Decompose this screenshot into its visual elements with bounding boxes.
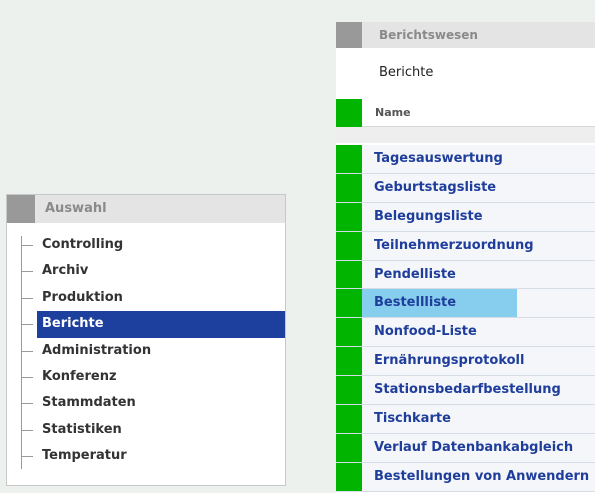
- status-marker: [336, 433, 362, 462]
- nav-item-konferenz[interactable]: Konferenz: [7, 364, 285, 390]
- berichtswesen-panel-header: Berichtswesen: [336, 22, 595, 48]
- status-marker: [336, 462, 362, 491]
- report-row-verlauf-datenbankabgleich[interactable]: Verlauf Datenbankabgleich: [336, 433, 595, 463]
- report-link[interactable]: Bestellungen von Anwendern: [374, 463, 589, 491]
- navigation-tree: Controlling Archiv Produktion Berichte A…: [7, 232, 285, 470]
- report-row-ernaehrungsprotokoll[interactable]: Ernährungsprotokoll: [336, 347, 595, 377]
- status-marker: [336, 99, 362, 127]
- tree-branch-icon: [21, 271, 33, 273]
- auswahl-panel-header: Auswahl: [7, 195, 285, 223]
- report-row-geburtstagsliste[interactable]: Geburtstagsliste: [336, 173, 595, 203]
- status-marker: [336, 289, 362, 318]
- status-marker: [336, 347, 362, 376]
- table-spacer: [336, 127, 595, 143]
- report-row-tagesauswertung[interactable]: Tagesauswertung: [336, 145, 595, 174]
- table-column-header: Name: [336, 99, 595, 127]
- tree-branch-icon: [21, 350, 33, 352]
- auswahl-panel: Auswahl Controlling Archiv Produktion Be…: [6, 194, 286, 486]
- tree-branch-icon: [21, 403, 33, 405]
- section-subtitle: Berichte: [379, 65, 434, 80]
- report-row-pendelliste[interactable]: Pendelliste: [336, 260, 595, 290]
- report-link[interactable]: Teilnehmerzuordnung: [374, 232, 534, 260]
- nav-item-label: Administration: [42, 342, 152, 358]
- status-marker: [336, 405, 362, 433]
- nav-item-temperatur[interactable]: Temperatur: [7, 443, 285, 469]
- report-link[interactable]: Tagesauswertung: [374, 145, 503, 173]
- report-row-stationsbedarfbestellung[interactable]: Stationsbedarfbestellung: [336, 376, 595, 406]
- report-link[interactable]: Belegungsliste: [374, 203, 483, 231]
- status-marker: [336, 376, 362, 405]
- tree-branch-icon: [21, 297, 33, 299]
- status-marker: [336, 231, 362, 260]
- report-link[interactable]: Geburtstagsliste: [374, 174, 496, 202]
- report-row-tischkarte[interactable]: Tischkarte: [336, 405, 595, 434]
- nav-item-label: Berichte: [42, 316, 104, 332]
- status-marker: [336, 173, 362, 202]
- nav-item-produktion[interactable]: Produktion: [7, 285, 285, 311]
- auswahl-title: Auswahl: [45, 201, 107, 216]
- nav-item-label: Archiv: [42, 263, 89, 279]
- nav-item-statistiken[interactable]: Statistiken: [7, 417, 285, 443]
- report-link[interactable]: Nonfood-Liste: [374, 318, 477, 346]
- report-link[interactable]: Tischkarte: [374, 405, 451, 433]
- report-list: Tagesauswertung Geburtstagsliste Belegun…: [336, 145, 595, 492]
- panel-header-tab: [336, 22, 362, 48]
- report-row-bestellungen-von-anwendern[interactable]: Bestellungen von Anwendern: [336, 462, 595, 492]
- tree-branch-icon: [21, 245, 33, 246]
- tree-branch-icon: [21, 376, 33, 378]
- report-link[interactable]: Bestellliste: [374, 289, 456, 317]
- nav-item-administration[interactable]: Administration: [7, 338, 285, 364]
- report-link[interactable]: Verlauf Datenbankabgleich: [374, 434, 573, 462]
- nav-item-label: Controlling: [42, 237, 124, 252]
- berichtswesen-panel: Berichtswesen Berichte Name Tagesauswert…: [336, 22, 595, 493]
- report-row-bestellliste[interactable]: Bestellliste: [336, 289, 595, 319]
- tree-branch-icon: [21, 456, 33, 458]
- tree-branch-icon: [21, 324, 33, 326]
- nav-item-controlling[interactable]: Controlling: [7, 232, 285, 258]
- status-marker: [336, 318, 362, 347]
- report-row-teilnehmerzuordnung[interactable]: Teilnehmerzuordnung: [336, 231, 595, 261]
- nav-item-archiv[interactable]: Archiv: [7, 258, 285, 284]
- berichtswesen-title: Berichtswesen: [379, 28, 478, 42]
- tree-branch-icon: [21, 429, 33, 431]
- report-link[interactable]: Stationsbedarfbestellung: [374, 376, 561, 404]
- report-row-nonfood-liste[interactable]: Nonfood-Liste: [336, 318, 595, 348]
- nav-item-berichte[interactable]: Berichte: [21, 311, 285, 338]
- nav-item-label: Temperatur: [42, 448, 127, 464]
- report-row-belegungsliste[interactable]: Belegungsliste: [336, 202, 595, 232]
- nav-item-stammdaten[interactable]: Stammdaten: [7, 390, 285, 416]
- nav-item-label: Produktion: [42, 289, 123, 305]
- report-link[interactable]: Ernährungsprotokoll: [374, 347, 524, 375]
- column-header-name[interactable]: Name: [375, 99, 411, 127]
- nav-item-label: Stammdaten: [42, 395, 136, 411]
- report-link[interactable]: Pendelliste: [374, 261, 456, 289]
- nav-item-label: Konferenz: [42, 368, 117, 384]
- nav-item-label: Statistiken: [42, 421, 122, 437]
- status-marker: [336, 260, 362, 289]
- status-marker: [336, 202, 362, 231]
- panel-header-tab: [7, 195, 35, 223]
- status-marker: [336, 145, 362, 173]
